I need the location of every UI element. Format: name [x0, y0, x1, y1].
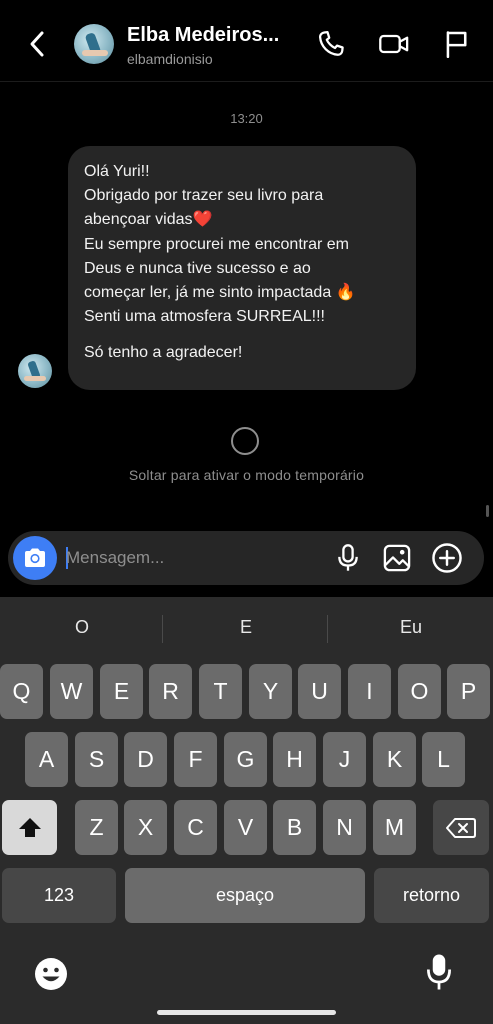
key-k[interactable]: K: [373, 732, 416, 787]
key-o[interactable]: O: [398, 664, 441, 719]
key-c[interactable]: C: [174, 800, 217, 855]
voice-call-button[interactable]: [315, 28, 347, 60]
add-content-button[interactable]: [431, 542, 463, 574]
emoji-icon: [35, 958, 67, 990]
backspace-icon: [446, 817, 476, 838]
key-j[interactable]: J: [323, 732, 366, 787]
suggestion-divider: [162, 615, 163, 643]
key-q[interactable]: Q: [0, 664, 43, 719]
camera-icon: [25, 548, 45, 567]
chat-header: Elba Medeiros... elbamdionisio: [0, 0, 493, 82]
key-w[interactable]: W: [50, 664, 93, 719]
camera-button[interactable]: [13, 536, 57, 580]
key-a[interactable]: A: [25, 732, 68, 787]
contact-name[interactable]: Elba Medeiros...: [127, 24, 279, 47]
message-line: abençoar vidas❤️: [84, 211, 213, 229]
key-v[interactable]: V: [224, 800, 267, 855]
key-m[interactable]: M: [373, 800, 416, 855]
temporary-mode-hint: Soltar para ativar o modo temporário: [128, 467, 365, 483]
report-button[interactable]: [440, 28, 472, 60]
key-p[interactable]: P: [447, 664, 490, 719]
contact-username[interactable]: elbamdionisio: [127, 51, 213, 67]
message-input[interactable]: [66, 540, 316, 576]
suggestion-3[interactable]: Eu: [329, 617, 493, 638]
message-composer: [8, 531, 484, 585]
phone-icon: [319, 31, 344, 56]
video-call-button[interactable]: [378, 28, 410, 60]
message-line: Deus e nunca tive sucesso e ao: [84, 259, 311, 277]
suggestion-1[interactable]: O: [0, 617, 164, 638]
plus-circle-icon: [432, 543, 462, 573]
key-l[interactable]: L: [422, 732, 465, 787]
return-key[interactable]: retorno: [374, 868, 489, 923]
message-bubble[interactable]: Olá Yuri!! Obrigado por trazer seu livro…: [68, 146, 416, 390]
key-u[interactable]: U: [298, 664, 341, 719]
image-icon: [383, 544, 411, 572]
flag-icon: [446, 31, 467, 58]
home-indicator[interactable]: [157, 1010, 336, 1015]
message-line: Senti uma atmosfera SURREAL!!!: [84, 308, 325, 326]
temporary-mode-indicator: [231, 427, 259, 455]
message-line: Só tenho a agradecer!: [84, 344, 243, 362]
message-line: Obrigado por trazer seu livro para: [84, 187, 324, 205]
suggestion-2[interactable]: E: [164, 617, 328, 638]
suggestion-divider: [327, 615, 328, 643]
key-x[interactable]: X: [124, 800, 167, 855]
key-y[interactable]: Y: [249, 664, 292, 719]
numbers-key[interactable]: 123: [2, 868, 116, 923]
message-line: Eu sempre procurei me encontrar em: [84, 235, 349, 253]
sender-avatar[interactable]: [18, 354, 52, 388]
microphone-icon: [338, 544, 358, 571]
contact-avatar[interactable]: [74, 24, 114, 64]
gallery-button[interactable]: [381, 542, 413, 574]
key-i[interactable]: I: [348, 664, 391, 719]
chevron-left-icon: [30, 31, 44, 57]
key-r[interactable]: R: [149, 664, 192, 719]
key-z[interactable]: Z: [75, 800, 118, 855]
message-line: começar ler, já me sinto impactada 🔥: [84, 284, 356, 302]
key-h[interactable]: H: [273, 732, 316, 787]
dictation-button[interactable]: [419, 952, 459, 992]
key-n[interactable]: N: [323, 800, 366, 855]
voice-message-button[interactable]: [332, 542, 364, 574]
back-button[interactable]: [22, 26, 52, 62]
shift-arrow-icon: [18, 817, 41, 837]
key-e[interactable]: E: [100, 664, 143, 719]
video-camera-icon: [379, 34, 409, 54]
key-t[interactable]: T: [199, 664, 242, 719]
key-g[interactable]: G: [224, 732, 267, 787]
key-b[interactable]: B: [273, 800, 316, 855]
shift-key[interactable]: [2, 800, 57, 855]
key-f[interactable]: F: [174, 732, 217, 787]
space-key[interactable]: espaço: [125, 868, 365, 923]
message-timestamp: 13:20: [230, 111, 263, 126]
key-d[interactable]: D: [124, 732, 167, 787]
scroll-indicator[interactable]: [486, 505, 489, 517]
message-line: Olá Yuri!!: [84, 163, 150, 180]
microphone-icon: [427, 954, 451, 990]
delete-key[interactable]: [433, 800, 489, 855]
key-s[interactable]: S: [75, 732, 118, 787]
emoji-button[interactable]: [31, 954, 71, 994]
suggestion-bar: O E Eu: [0, 597, 493, 661]
